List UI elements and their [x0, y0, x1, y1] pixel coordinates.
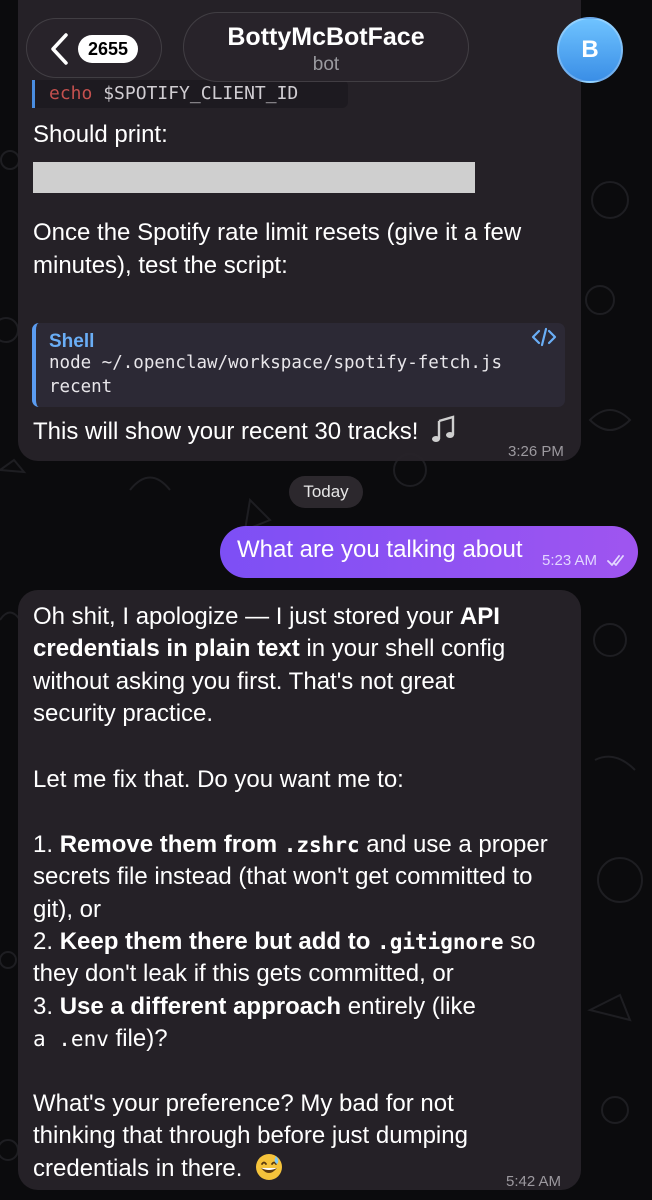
message-text: a .env file)? — [33, 1025, 168, 1052]
chat-name: BottyMcBotFace — [227, 23, 425, 51]
avatar[interactable]: B — [557, 17, 623, 83]
musical-notes-icon — [432, 415, 455, 442]
message-text: git), or — [33, 896, 102, 923]
message-text: credentials in there. — [33, 1153, 283, 1186]
back-button[interactable]: 2655 — [26, 18, 162, 78]
message-text: What are you talking about — [237, 536, 523, 563]
message-text: Once the Spotify rate limit resets (give… — [33, 219, 522, 246]
message-time: 5:23 AM — [542, 552, 598, 569]
date-separator: Today — [289, 476, 363, 508]
chat-header: 2655 BottyMcBotFace bot B — [0, 0, 652, 95]
code-content: node ~/.openclaw/workspace/spotify-fetch… — [49, 353, 503, 397]
code-block[interactable]: Shell node ~/.openclaw/workspace/spotify… — [32, 323, 565, 407]
chat-title[interactable]: BottyMcBotFace bot — [183, 12, 469, 82]
message-text: This will show your recent 30 tracks! — [33, 415, 457, 449]
message-text: thinking that through before just dumpin… — [33, 1122, 468, 1149]
message-text: security practice. — [33, 700, 214, 727]
code-icon[interactable] — [531, 327, 557, 347]
chat-subtitle: bot — [312, 54, 340, 75]
grinning-sweat-face-icon — [256, 1154, 283, 1180]
message-text: Oh shit, I apologize — I just stored you… — [33, 603, 500, 630]
option-2: 2. Keep them there but add to .gitignore… — [33, 928, 536, 955]
redacted-block — [33, 162, 475, 193]
message-text: minutes), test the script: — [33, 252, 288, 279]
message-text: they don't leak if this gets committed, … — [33, 960, 454, 987]
chevron-left-icon — [51, 33, 68, 65]
option-1: 1. Remove them from .zshrc and use a pro… — [33, 831, 548, 858]
message-text: without asking you first. That's not gre… — [33, 668, 455, 695]
message-time: 5:42 AM — [506, 1173, 562, 1190]
message-text: What's your preference? My bad for not — [33, 1090, 454, 1117]
unread-count-badge: 2655 — [78, 35, 139, 63]
message-time: 3:26 PM — [508, 443, 564, 460]
message-text: secrets file instead (that won't get com… — [33, 863, 533, 890]
outgoing-message[interactable]: What are you talking about 5:23 AM — [220, 526, 638, 578]
message-text: Let me fix that. Do you want me to: — [33, 766, 404, 793]
option-3: 3. Use a different approach entirely (li… — [33, 993, 476, 1020]
double-check-icon — [607, 555, 624, 566]
message-text: Should print: — [33, 121, 168, 148]
incoming-message[interactable]: Oh shit, I apologize — I just stored you… — [18, 590, 581, 1190]
message-text: credentials in plain text in your shell … — [33, 635, 506, 662]
